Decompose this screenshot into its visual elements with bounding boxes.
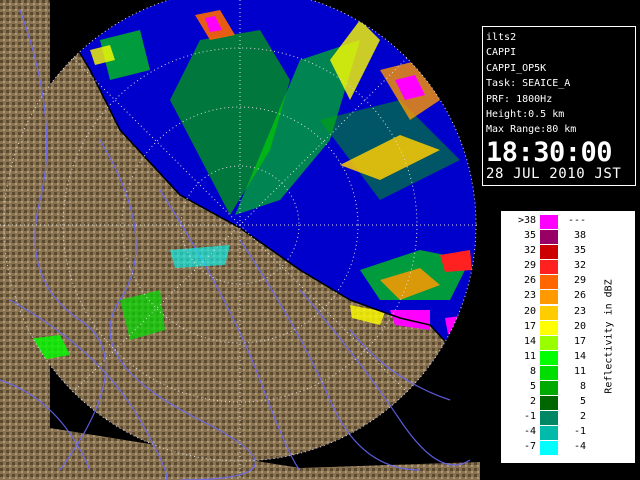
legend-row: 25 bbox=[504, 395, 599, 411]
observation-time: 18:30:00 bbox=[486, 136, 613, 168]
max-range-value: Max Range:80 km bbox=[486, 124, 577, 136]
legend-color-swatch bbox=[540, 305, 558, 320]
legend-row: 35 38 bbox=[504, 229, 599, 245]
legend-title: Reflectivity in dBZ bbox=[603, 279, 615, 394]
legend-high-value: 8 bbox=[579, 381, 586, 393]
legend-color-swatch bbox=[540, 215, 558, 229]
legend-high-value: 32 bbox=[573, 260, 586, 272]
legend-row: 58 bbox=[504, 380, 599, 396]
legend-row: 26 29 bbox=[504, 274, 599, 290]
info-panel: ilts2 CAPPI CAPPI_OP5K Task: SEAICE_A PR… bbox=[482, 26, 636, 186]
legend-color-swatch bbox=[540, 230, 558, 245]
legend-low-value: 26 bbox=[523, 275, 536, 287]
legend-rows: >38 --- 35 38 32 35 29 32 26 29 23 26 20 23 17 20 14 17 11… bbox=[504, 214, 599, 456]
legend-high-value: 23 bbox=[573, 305, 586, 317]
legend-low-value: -4 bbox=[523, 426, 536, 438]
legend-low-value: -7 bbox=[523, 441, 536, 453]
legend-high-value: 26 bbox=[573, 290, 586, 302]
legend-color-swatch bbox=[540, 290, 558, 305]
legend-row: 8 11 bbox=[504, 365, 599, 380]
legend-row: 11 14 bbox=[504, 350, 599, 365]
legend-low-value: 11 bbox=[523, 350, 536, 362]
legend-color-swatch bbox=[540, 320, 558, 335]
legend-high-value: 17 bbox=[573, 335, 586, 347]
observation-date: 28 JUL 2010 JST bbox=[486, 165, 622, 182]
legend-low-value: -1 bbox=[523, 411, 536, 423]
legend-high-value: 2 bbox=[579, 411, 586, 423]
legend-high-value: 5 bbox=[579, 396, 586, 408]
legend-low-value: 14 bbox=[523, 335, 536, 347]
legend-color-swatch bbox=[540, 411, 558, 426]
legend-color-swatch bbox=[540, 350, 558, 365]
legend-low-value: 23 bbox=[523, 290, 536, 302]
legend-row: 17 20 bbox=[504, 320, 599, 335]
legend-row: 14 17 bbox=[504, 335, 599, 350]
legend-color-swatch bbox=[540, 260, 558, 275]
site-name: ilts2 bbox=[486, 32, 517, 43]
legend-high-value: -4 bbox=[573, 441, 586, 453]
legend-color-swatch bbox=[540, 426, 558, 441]
legend-row: >38 --- bbox=[504, 214, 599, 229]
legend-row: 23 26 bbox=[504, 289, 599, 305]
legend-low-value: 8 bbox=[529, 365, 536, 377]
legend-low-value: 29 bbox=[523, 260, 536, 272]
prf-value: PRF: 1800Hz bbox=[486, 93, 553, 105]
legend-low-value: 2 bbox=[529, 396, 536, 408]
task-name: Task: SEAICE_A bbox=[486, 78, 571, 90]
legend-color-swatch bbox=[540, 381, 558, 396]
legend-high-value: 35 bbox=[573, 245, 586, 257]
legend-low-value: >38 bbox=[517, 215, 536, 226]
product-name: CAPPI_OP5K bbox=[486, 62, 547, 74]
legend-color-swatch bbox=[540, 441, 558, 456]
legend-row: -4 -1 bbox=[504, 425, 599, 441]
radar-map[interactable] bbox=[0, 0, 480, 480]
legend-low-value: 17 bbox=[523, 320, 536, 332]
legend-high-value: 14 bbox=[573, 350, 586, 362]
legend-row: -7 -4 bbox=[504, 440, 599, 456]
product-type: CAPPI bbox=[486, 47, 517, 59]
legend-row: -1 2 bbox=[504, 410, 599, 426]
height-value: Height:0.5 km bbox=[486, 108, 565, 120]
reflectivity-legend: >38 --- 35 38 32 35 29 32 26 29 23 26 20 23 17 20 14 17 11… bbox=[500, 210, 636, 464]
legend-color-swatch bbox=[540, 365, 558, 380]
legend-high-value: 11 bbox=[573, 365, 586, 377]
legend-low-value: 32 bbox=[523, 245, 536, 257]
legend-high-value: 20 bbox=[573, 320, 586, 332]
legend-row: 20 23 bbox=[504, 305, 599, 320]
legend-low-value: 20 bbox=[523, 305, 536, 317]
legend-high-value: -1 bbox=[573, 426, 586, 438]
legend-color-swatch bbox=[540, 396, 558, 411]
legend-color-swatch bbox=[540, 245, 558, 260]
legend-color-swatch bbox=[540, 275, 558, 290]
legend-high-value: --- bbox=[567, 215, 586, 226]
legend-color-swatch bbox=[540, 335, 558, 350]
info-sidebar: ilts2 CAPPI CAPPI_OP5K Task: SEAICE_A PR… bbox=[480, 0, 640, 480]
radar-image bbox=[0, 0, 480, 480]
legend-row: 32 35 bbox=[504, 244, 599, 260]
legend-low-value: 35 bbox=[523, 230, 536, 242]
legend-high-value: 29 bbox=[573, 275, 586, 287]
legend-row: 29 32 bbox=[504, 259, 599, 275]
legend-low-value: 5 bbox=[529, 381, 536, 393]
legend-high-value: 38 bbox=[573, 230, 586, 242]
